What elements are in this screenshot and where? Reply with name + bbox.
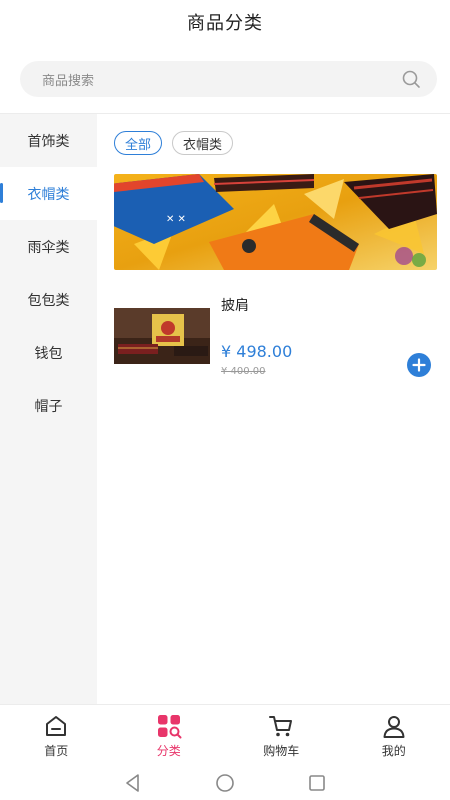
tab-category[interactable]: 分类	[113, 705, 226, 766]
plus-icon	[412, 358, 426, 372]
page-title: 商品分类	[187, 13, 263, 34]
cart-icon	[268, 713, 294, 739]
category-sidebar: 首饰类 衣帽类 雨伞类 包包类 钱包 帽子	[0, 114, 97, 704]
product-original-price: ¥ 400.00	[221, 366, 266, 377]
search-icon[interactable]	[401, 69, 421, 89]
product-name: 披肩	[221, 298, 249, 314]
filter-chip-all[interactable]: 全部	[114, 131, 163, 155]
tab-profile-label: 我的	[381, 744, 406, 758]
sidebar-item-bags[interactable]: 包包类	[0, 273, 97, 326]
system-nav-bar	[0, 766, 450, 800]
category-banner-image[interactable]: ✕ ✕	[114, 174, 437, 270]
top-header: 商品分类	[0, 0, 450, 44]
product-thumbnail[interactable]	[114, 308, 210, 364]
tab-profile[interactable]: 我的	[338, 705, 450, 766]
search-input[interactable]: 商品搜索	[42, 70, 401, 89]
bottom-tab-bar: 首页 分类 购物车 我的	[0, 704, 450, 766]
filter-chips: 全部 衣帽类	[114, 131, 234, 155]
product-price: ¥ 498.00	[221, 342, 293, 361]
svg-text:✕ ✕: ✕ ✕	[166, 214, 186, 225]
tab-category-label: 分类	[156, 744, 181, 758]
category-icon	[156, 713, 182, 739]
home-icon	[43, 713, 69, 739]
sidebar-item-umbrellas[interactable]: 雨伞类	[0, 220, 97, 273]
sidebar-item-jewelry[interactable]: 首饰类	[0, 114, 97, 167]
sidebar-item-hats[interactable]: 帽子	[0, 379, 97, 432]
tab-home-label: 首页	[44, 744, 69, 758]
tab-home[interactable]: 首页	[0, 705, 113, 766]
user-icon	[381, 713, 407, 739]
product-card[interactable]: 披肩 ¥ 498.00 ¥ 400.00	[114, 292, 444, 382]
tab-cart[interactable]: 购物车	[225, 705, 338, 766]
sidebar-item-wallets[interactable]: 钱包	[0, 326, 97, 379]
recents-icon[interactable]	[306, 772, 328, 794]
tab-cart-label: 购物车	[263, 744, 300, 758]
sidebar-item-apparel[interactable]: 衣帽类	[0, 167, 97, 220]
back-icon[interactable]	[122, 772, 144, 794]
category-content: 全部 衣帽类 ✕ ✕ 披肩 ¥ 498.00 ¥ 400.00	[97, 114, 450, 704]
home-button-icon[interactable]	[214, 772, 236, 794]
filter-chip-apparel[interactable]: 衣帽类	[172, 131, 234, 155]
search-bar[interactable]: 商品搜索	[20, 61, 437, 97]
add-to-cart-button[interactable]	[407, 353, 431, 377]
